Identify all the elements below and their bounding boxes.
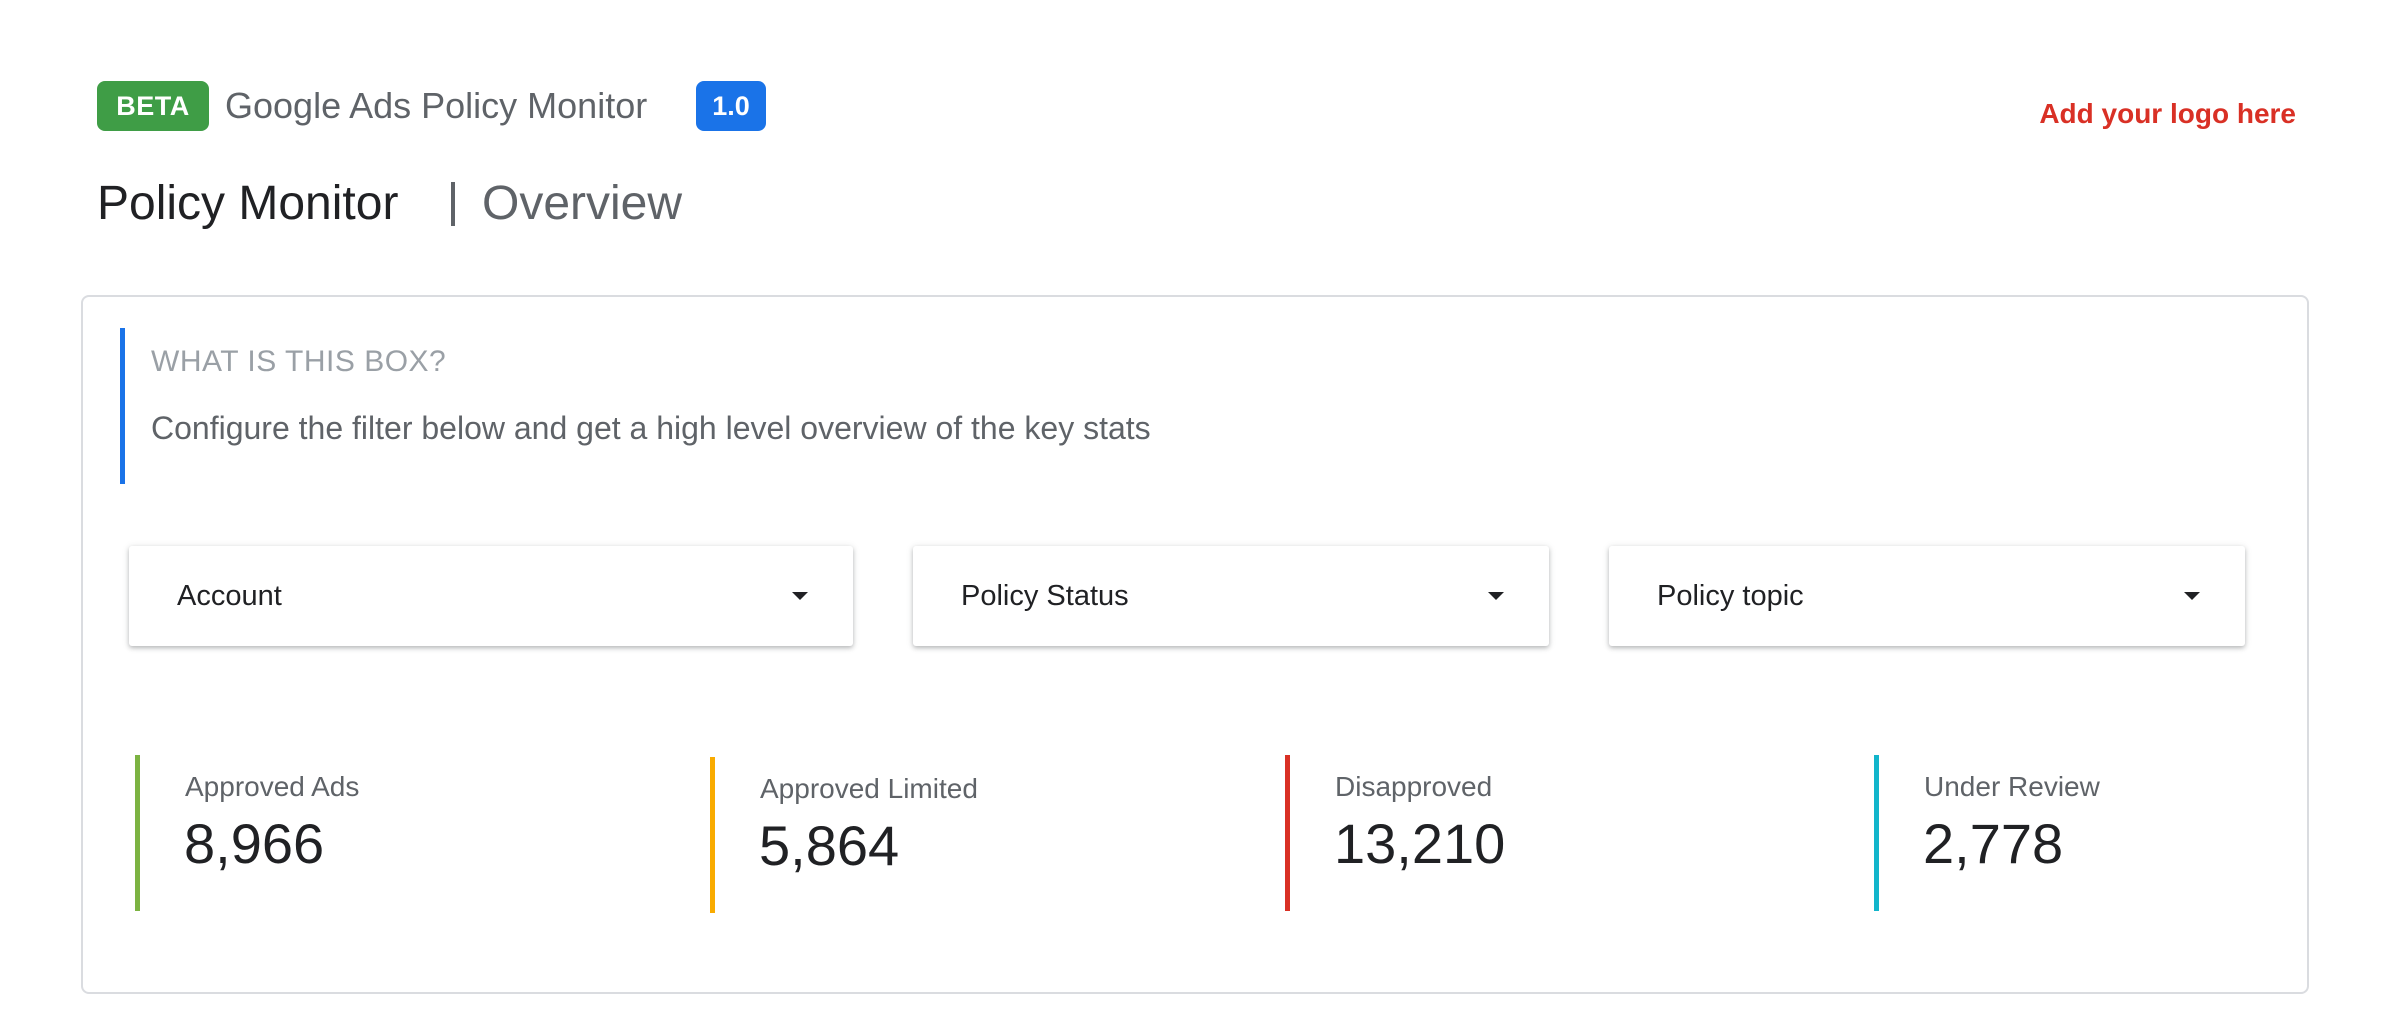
stat-label: Approved Limited [760,773,978,804]
stat-accent-bar [135,755,140,911]
overview-card: WHAT IS THIS BOX? Configure the filter b… [81,295,2309,994]
account-filter-dropdown[interactable]: Account [129,546,853,646]
title-divider [451,182,455,226]
policy-topic-filter-dropdown[interactable]: Policy topic [1609,546,2245,646]
stat-label: Disapproved [1335,771,1493,802]
page-title: Policy Monitor [97,177,399,230]
stat-value: 13,210 [1334,812,1506,875]
account-filter-label: Account [177,579,282,612]
policy-status-filter-dropdown[interactable]: Policy Status [913,546,1549,646]
policy-topic-filter-label: Policy topic [1657,579,1804,612]
page-subtitle: Overview [482,177,683,230]
info-body: Configure the filter below and get a hig… [151,410,1151,446]
version-badge: 1.0 [696,81,766,131]
beta-badge: BETA [97,81,209,131]
stat-accent-bar [1285,755,1290,911]
caret-down-icon [792,592,808,600]
stat-value: 8,966 [184,812,325,875]
app-title: Google Ads Policy Monitor [225,85,648,126]
stat-accent-bar [710,757,715,913]
stat-label: Under Review [1924,771,2100,802]
stat-value: 2,778 [1923,812,2064,875]
policy-status-filter-label: Policy Status [961,579,1129,612]
caret-down-icon [1488,592,1504,600]
logo-placeholder: Add your logo here [2039,98,2296,129]
caret-down-icon [2184,592,2200,600]
stat-accent-bar [1874,755,1879,911]
stat-value: 5,864 [759,814,900,877]
stat-label: Approved Ads [185,771,360,802]
info-heading: WHAT IS THIS BOX? [151,345,447,378]
info-box: WHAT IS THIS BOX? Configure the filter b… [120,328,1425,484]
